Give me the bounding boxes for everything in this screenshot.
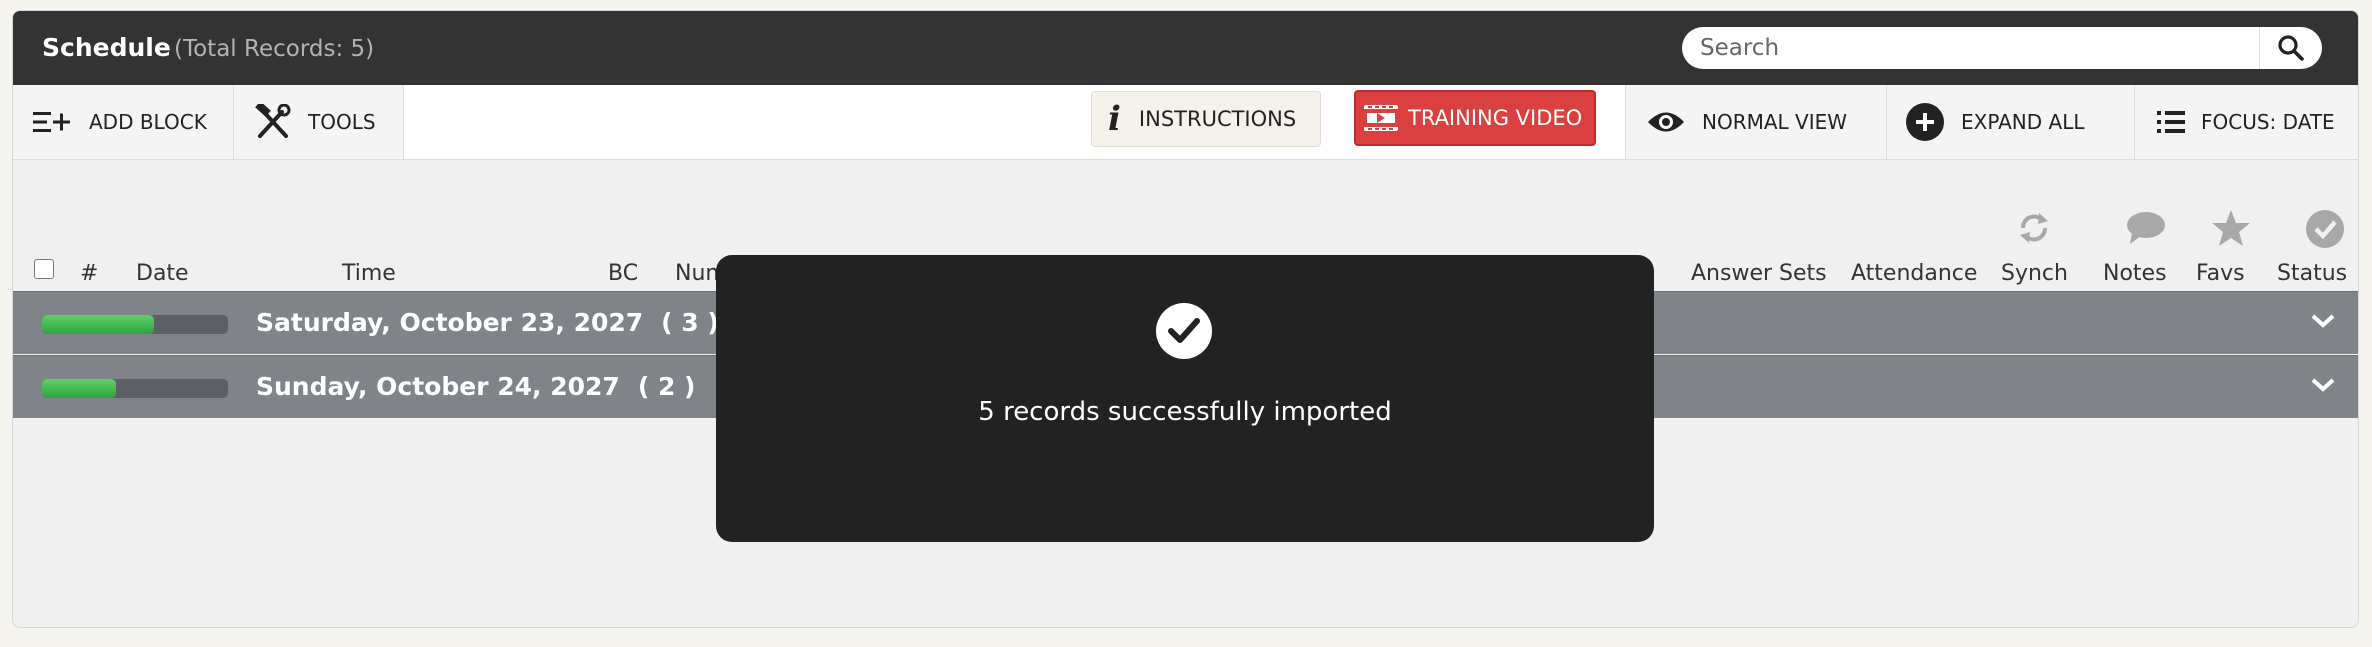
normal-view-label: NORMAL VIEW [1702,110,1848,134]
add-block-label: ADD BLOCK [89,110,207,134]
select-all-checkbox[interactable] [34,259,54,279]
instructions-label: INSTRUCTIONS [1138,107,1297,131]
column-notes[interactable]: Notes [2103,261,2167,286]
plus-circle-icon [1905,102,1945,142]
group-date: Sunday, October 24, 2027 [256,372,620,401]
group-date-label: Saturday, October 23, 2027 ( 3 ) [256,308,719,337]
status-check-icon [2306,210,2344,248]
chevron-down-icon[interactable] [2310,312,2336,330]
schedule-header: Schedule (Total Records: 5) [13,11,2358,85]
expand-all-label: EXPAND ALL [1961,110,2085,134]
tools-icon [254,104,292,140]
info-icon: i [1108,99,1121,139]
column-date[interactable]: Date [136,261,189,286]
page-title: Schedule [42,33,171,62]
column-answer-sets[interactable]: Answer Sets [1691,261,1827,286]
column-attendance[interactable]: Attendance [1851,261,1977,286]
list-icon [2157,110,2185,134]
synch-icon [2020,213,2048,243]
add-block-button[interactable]: ADD BLOCK [13,85,234,159]
focus-date-button[interactable]: FOCUS: DATE [2135,85,2358,159]
group-date: Saturday, October 23, 2027 [256,308,644,337]
group-progress-bar [42,315,228,334]
toolbar: ADD BLOCK TOOLS i INSTRUCTIONS TRAINING … [13,85,2358,160]
import-success-toast: 5 records successfully imported [716,255,1654,542]
column-status[interactable]: Status [2277,261,2347,286]
eye-icon [1646,109,1686,135]
expand-all-button[interactable]: EXPAND ALL [1887,85,2135,159]
column-bc[interactable]: BC [608,261,638,286]
check-circle-icon [1156,303,1212,359]
search-icon [2278,35,2304,61]
search-box [1682,27,2322,69]
add-block-icon [33,109,73,135]
column-time[interactable]: Time [342,261,396,286]
group-date-label: Sunday, October 24, 2027 ( 2 ) [256,372,695,401]
tools-label: TOOLS [308,110,376,134]
column-number: # [80,261,99,286]
group-count: ( 3 ) [661,308,719,337]
group-count: ( 2 ) [637,372,696,401]
group-progress-fill [42,315,154,334]
normal-view-button[interactable]: NORMAL VIEW [1625,85,1887,159]
search-button[interactable] [2259,27,2322,69]
training-video-label: TRAINING VIDEO [1408,106,1583,130]
training-video-button[interactable]: TRAINING VIDEO [1354,90,1596,146]
group-progress-fill [42,379,117,398]
toast-message: 5 records successfully imported [978,397,1392,427]
column-favs[interactable]: Favs [2196,261,2245,286]
chevron-down-icon[interactable] [2310,376,2336,394]
instructions-button[interactable]: i INSTRUCTIONS [1091,91,1321,147]
video-icon [1364,105,1398,131]
tools-button[interactable]: TOOLS [234,85,404,159]
total-records: (Total Records: 5) [174,36,375,62]
group-progress-bar [42,379,228,398]
focus-date-label: FOCUS: DATE [2201,110,2335,134]
star-icon [2212,210,2250,246]
search-input[interactable] [1682,27,2262,69]
notes-icon [2127,212,2165,244]
column-synch[interactable]: Synch [2001,261,2068,286]
